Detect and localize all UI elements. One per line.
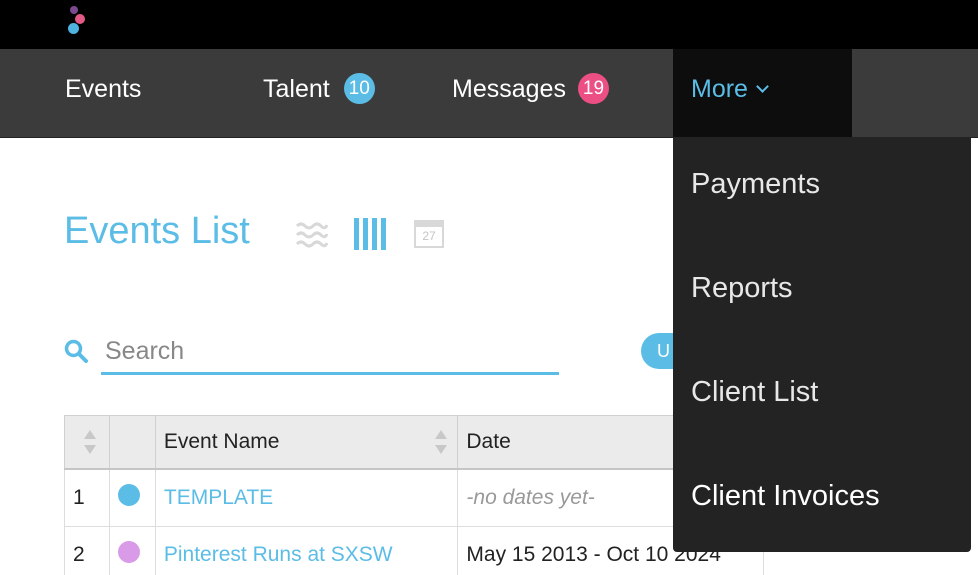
status-cell: [110, 469, 156, 527]
nav-messages-label: Messages: [452, 75, 566, 103]
menu-item-client-invoices[interactable]: Client Invoices: [691, 480, 880, 513]
table-header-row: Event Name Date: [65, 416, 764, 470]
page-title: Events List: [64, 210, 250, 253]
sort-icon[interactable]: [84, 430, 96, 454]
status-cell: [110, 527, 156, 575]
app-logo[interactable]: [66, 6, 88, 36]
event-name-link[interactable]: Pinterest Runs at SXSW: [155, 527, 458, 575]
menu-item-client-list[interactable]: Client List: [691, 376, 818, 409]
menu-item-payments[interactable]: Payments: [691, 168, 820, 201]
column-header-event-name[interactable]: Event Name: [155, 416, 458, 470]
top-bar: [0, 0, 978, 49]
row-number: 2: [65, 527, 110, 575]
menu-item-reports[interactable]: Reports: [691, 272, 793, 305]
chevron-down-icon: [756, 80, 769, 93]
table-row[interactable]: 1 TEMPLATE -no dates yet-: [65, 469, 764, 527]
search-icon[interactable]: [64, 339, 88, 363]
nav-events-label: Events: [65, 75, 141, 103]
sort-icon[interactable]: [435, 430, 447, 454]
nav-talent-label: Talent: [263, 75, 330, 103]
nav-more-label: More: [691, 75, 748, 103]
column-header-status: [110, 416, 156, 470]
columns-view-icon[interactable]: [354, 218, 386, 250]
event-name-link[interactable]: TEMPLATE: [155, 469, 458, 527]
nav-more[interactable]: More: [673, 49, 852, 137]
more-dropdown-menu: Payments Reports Client List Client Invo…: [673, 137, 971, 552]
calendar-view-icon[interactable]: 27: [414, 218, 444, 248]
table-row[interactable]: 2 Pinterest Runs at SXSW May 15 2013 - O…: [65, 527, 764, 575]
messages-count-badge: 19: [578, 73, 609, 104]
column-header-number[interactable]: [65, 416, 110, 470]
events-table: Event Name Date 1 TEMPLATE -no dates yet…: [64, 415, 764, 575]
calendar-day-number: 27: [414, 229, 444, 243]
search-input[interactable]: [101, 330, 559, 375]
talent-count-badge: 10: [344, 73, 375, 104]
row-number: 1: [65, 469, 110, 527]
status-dot: [118, 484, 140, 506]
nav-talent[interactable]: Talent 10: [263, 49, 375, 137]
nav-messages[interactable]: Messages 19: [452, 49, 609, 137]
nav-events[interactable]: Events: [65, 49, 141, 137]
events-table-container: Event Name Date 1 TEMPLATE -no dates yet…: [64, 415, 764, 575]
waves-view-icon[interactable]: [296, 221, 328, 249]
